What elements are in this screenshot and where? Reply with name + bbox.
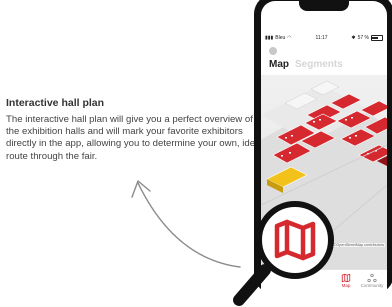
profile-icon[interactable]	[269, 47, 277, 55]
battery-percent: 57 %	[357, 35, 369, 41]
promo-title: Interactive hall plan	[6, 97, 105, 109]
status-time: 11:17	[315, 35, 328, 41]
status-bar: ▮▮▮ Bleu ◠ 11:17 ✱ 57 %	[265, 33, 383, 43]
nav-item-label: Community	[360, 283, 384, 288]
tab-segments[interactable]: Segments	[295, 59, 343, 70]
tab-map[interactable]: Map	[269, 59, 289, 70]
battery-icon	[370, 35, 383, 41]
nav-item-community[interactable]: Community	[357, 273, 387, 288]
status-carrier: ▮▮▮ Bleu ◠	[265, 35, 292, 41]
signal-icon: ▮▮▮	[265, 35, 274, 41]
wifi-icon: ◠	[287, 35, 292, 41]
bluetooth-icon: ✱	[351, 35, 356, 41]
curved-arrow-icon	[131, 180, 241, 268]
status-battery: ✱ 57 %	[351, 35, 383, 41]
magnifier-icon	[233, 201, 334, 306]
phone-notch	[299, 1, 349, 11]
promo-description: The interactive hall plan will give you …	[6, 114, 263, 162]
view-tabs: Map Segments	[269, 59, 343, 70]
carrier-name: Bleu	[275, 35, 286, 41]
community-icon	[357, 273, 387, 283]
